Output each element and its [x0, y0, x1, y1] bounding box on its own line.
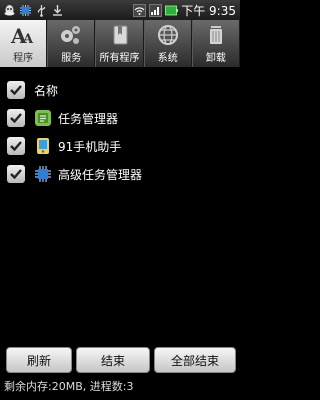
checkmark-icon — [10, 141, 22, 152]
chip-icon — [19, 4, 32, 17]
tab-bar: AA 程序 服务 所有程序 系统 卸载 — [0, 20, 241, 67]
refresh-button[interactable]: 刷新 — [6, 347, 72, 373]
select-all-checkbox[interactable] — [7, 81, 25, 99]
aa-icon: AA — [10, 23, 36, 48]
checkmark-icon — [10, 169, 22, 180]
tab-services[interactable]: 服务 — [47, 20, 96, 67]
item-name: 任务管理器 — [58, 111, 119, 126]
status-bar: 下午 9:35 — [0, 0, 240, 20]
trash-icon — [203, 23, 229, 47]
advanced-task-manager-icon — [34, 165, 52, 183]
svg-text:A: A — [22, 32, 34, 47]
list-item[interactable]: 91手机助手 — [0, 132, 240, 160]
tab-label: 系统 — [157, 53, 178, 64]
checkmark-icon — [10, 113, 22, 124]
column-header-name: 名称 — [34, 83, 59, 98]
gears-icon — [58, 23, 84, 47]
item-name: 91手机助手 — [58, 139, 122, 154]
list-header-row[interactable]: 名称 — [0, 76, 240, 104]
wifi-icon — [133, 3, 147, 17]
system-icons: 下午 9:35 — [133, 2, 240, 19]
tab-label: 程序 — [13, 53, 34, 64]
list-item[interactable]: 高级任务管理器 — [0, 160, 240, 188]
task-manager-icon — [34, 109, 52, 127]
book-icon — [107, 23, 133, 47]
tab-label: 卸载 — [205, 53, 226, 64]
tab-label: 服务 — [61, 53, 82, 64]
end-all-button[interactable]: 全部结束 — [154, 347, 236, 373]
item-checkbox[interactable] — [7, 137, 25, 155]
tab-system[interactable]: 系统 — [143, 20, 192, 67]
globe-icon — [155, 23, 181, 47]
battery-icon — [165, 4, 179, 17]
qq-icon — [3, 4, 16, 17]
checkmark-icon — [10, 85, 22, 96]
assistant-91-icon — [34, 137, 52, 155]
usb-icon — [35, 4, 48, 17]
download-icon — [51, 4, 64, 17]
memory-status: 剩余内存:20MB, 进程数:3 — [4, 380, 134, 393]
clock: 下午 9:35 — [181, 3, 236, 18]
notification-icons — [0, 4, 64, 17]
end-button[interactable]: 结束 — [76, 347, 150, 373]
item-checkbox[interactable] — [7, 165, 25, 183]
tab-uninstall[interactable]: 卸载 — [191, 20, 241, 67]
process-list: 名称 任务管理器 91手机助手 高级任务管理器 — [0, 76, 240, 188]
tab-label: 所有程序 — [99, 53, 140, 64]
action-buttons: 刷新 结束 全部结束 — [6, 347, 236, 373]
tab-programs[interactable]: AA 程序 — [0, 20, 48, 67]
list-item[interactable]: 任务管理器 — [0, 104, 240, 132]
item-checkbox[interactable] — [7, 109, 25, 127]
signal-icon — [149, 3, 163, 17]
tab-all-programs[interactable]: 所有程序 — [95, 20, 144, 67]
item-name: 高级任务管理器 — [58, 167, 143, 182]
